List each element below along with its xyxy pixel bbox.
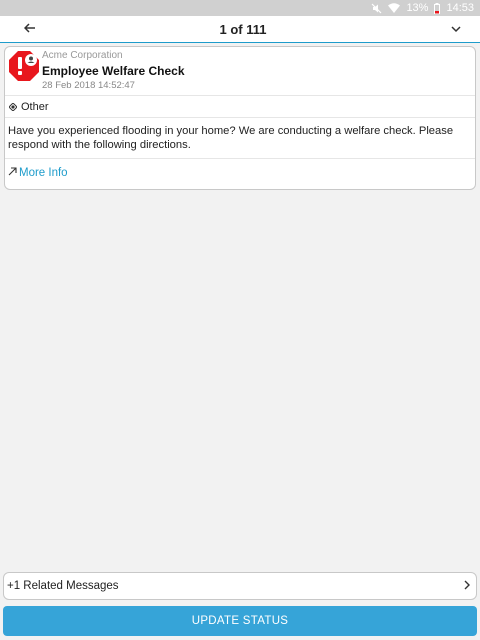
category-row: Other: [5, 96, 475, 118]
update-status-button[interactable]: UPDATE STATUS: [3, 606, 477, 636]
wifi-icon: [388, 3, 401, 13]
chevron-down-icon: [451, 20, 461, 38]
back-button[interactable]: [10, 16, 50, 43]
related-messages-label: +1 Related Messages: [7, 580, 119, 592]
arrow-left-icon: [23, 20, 36, 38]
diamond-icon: [9, 102, 17, 111]
battery-low-icon: [434, 2, 441, 14]
battery-percent: 13%: [406, 2, 429, 14]
app-bar: 1 of 111: [0, 16, 480, 43]
sender-name: Acme Corporation: [42, 50, 123, 61]
message-header: Acme Corporation Employee Welfare Check …: [5, 47, 475, 96]
category-label: Other: [21, 100, 49, 113]
chevron-right-icon: [464, 580, 470, 593]
external-link-icon: [8, 167, 17, 179]
more-info-label: More Info: [19, 167, 68, 179]
message-menu-button[interactable]: [436, 16, 476, 43]
message-title: Employee Welfare Check: [42, 64, 185, 78]
alert-octagon-icon: [8, 50, 40, 82]
related-messages-row[interactable]: +1 Related Messages: [3, 572, 477, 600]
clock: 14:53: [446, 2, 474, 14]
message-timestamp: 28 Feb 2018 14:52:47: [42, 80, 135, 91]
status-bar: 13% 14:53: [0, 0, 480, 16]
message-card: Acme Corporation Employee Welfare Check …: [4, 46, 476, 190]
more-info-link[interactable]: More Info: [5, 159, 475, 187]
message-counter: 1 of 111: [219, 21, 267, 37]
mute-icon: [371, 3, 382, 14]
message-body: Have you experienced flooding in your ho…: [5, 118, 475, 159]
